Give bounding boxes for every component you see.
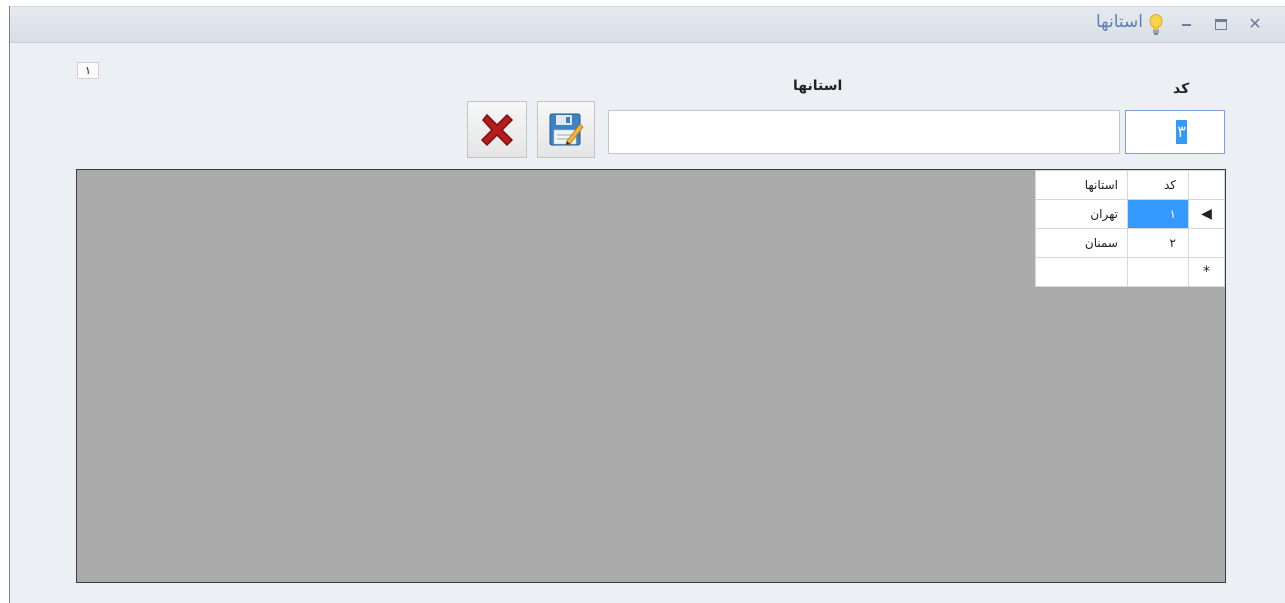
- save-edit-icon: [549, 113, 584, 146]
- cell-name[interactable]: [1035, 257, 1128, 287]
- cell-name[interactable]: سمنان: [1035, 228, 1128, 258]
- window-title: استانها: [1095, 12, 1143, 32]
- cell-name[interactable]: تهران: [1035, 199, 1128, 229]
- cell-code[interactable]: ٢: [1127, 228, 1189, 258]
- provinces-grid[interactable]: کد استانها ◀ ١ تهران ٢ سمنان *: [76, 169, 1226, 583]
- code-input-value: ٣: [1176, 120, 1187, 144]
- record-count-badge: ١: [77, 62, 99, 79]
- code-label: کد: [1173, 81, 1190, 97]
- column-header-code[interactable]: کد: [1127, 170, 1189, 200]
- maximize-icon[interactable]: [1207, 10, 1235, 38]
- cell-code[interactable]: [1127, 257, 1189, 287]
- save-button[interactable]: [537, 101, 595, 158]
- new-row-asterisk-icon[interactable]: *: [1188, 257, 1225, 287]
- province-name-input[interactable]: [608, 110, 1120, 154]
- provinces-table: کد استانها ◀ ١ تهران ٢ سمنان *: [1035, 170, 1225, 287]
- main-window: ✕ استانها ١ کد استانها ٣ کد استانها ◀ ١ …: [9, 6, 1285, 603]
- delete-button[interactable]: [467, 101, 527, 158]
- cell-code[interactable]: ١: [1127, 199, 1189, 229]
- row-header[interactable]: [1188, 228, 1225, 258]
- close-icon[interactable]: ✕: [1241, 10, 1269, 38]
- delete-x-icon: [480, 113, 514, 146]
- column-header-name[interactable]: استانها: [1035, 170, 1128, 200]
- grid-header-row: کد استانها: [1035, 170, 1225, 200]
- title-bar[interactable]: ✕ استانها: [10, 6, 1285, 43]
- current-row-indicator-icon[interactable]: ◀: [1188, 199, 1225, 229]
- minimize-icon[interactable]: [1172, 10, 1200, 38]
- province-name-label: استانها: [793, 78, 843, 94]
- table-row[interactable]: ◀ ١ تهران: [1035, 199, 1225, 229]
- lightbulb-icon: [1149, 14, 1163, 35]
- code-input[interactable]: ٣: [1125, 110, 1225, 154]
- grid-corner-cell[interactable]: [1188, 170, 1225, 200]
- table-row[interactable]: ٢ سمنان: [1035, 228, 1225, 258]
- new-row[interactable]: *: [1035, 257, 1225, 287]
